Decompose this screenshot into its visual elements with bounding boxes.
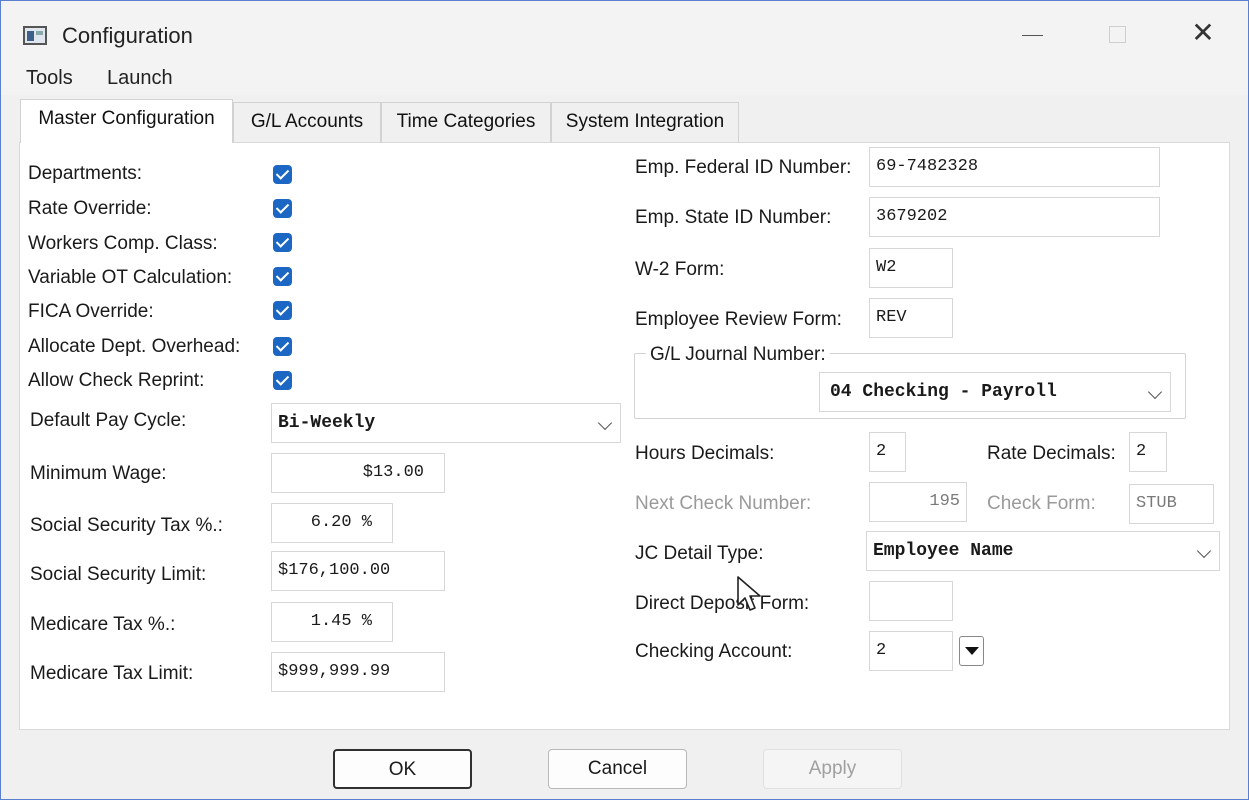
default-pay-cycle-value: Bi-Weekly (278, 413, 376, 433)
allocate-dept-overhead-checkbox[interactable] (273, 337, 292, 356)
ok-button[interactable]: OK (333, 749, 472, 789)
direct-deposit-form-label: Direct Deposit Form: (635, 593, 810, 614)
title-bar: Configuration ✕ (1, 1, 1248, 59)
allow-check-reprint-label: Allow Check Reprint: (28, 370, 205, 391)
checking-account-field[interactable]: 2 (869, 631, 953, 671)
tab-gl-accounts[interactable]: G/L Accounts (233, 102, 381, 142)
jc-detail-type-label: JC Detail Type: (635, 543, 764, 564)
w2-form-field[interactable]: W2 (869, 248, 953, 288)
social-security-tax-label: Social Security Tax %.: (30, 515, 223, 536)
check-form-label: Check Form: (987, 493, 1096, 514)
departments-label: Departments: (28, 163, 143, 184)
state-id-field[interactable]: 3679202 (869, 197, 1160, 237)
social-security-limit-field[interactable]: $176,100.00 (271, 551, 445, 591)
checking-account-label: Checking Account: (635, 641, 793, 662)
variable-ot-label: Variable OT Calculation: (28, 267, 233, 288)
tab-master-configuration[interactable]: Master Configuration (20, 99, 233, 143)
next-check-number-label: Next Check Number: (635, 493, 812, 514)
check-form-field: STUB (1129, 484, 1214, 524)
chevron-down-icon (1147, 384, 1163, 400)
close-button[interactable]: ✕ (1175, 11, 1231, 55)
tab-system-integration[interactable]: System Integration (551, 102, 739, 142)
menu-bar: Tools Launch (1, 59, 1248, 95)
departments-checkbox[interactable] (273, 165, 292, 184)
workers-comp-checkbox[interactable] (273, 233, 292, 252)
allocate-dept-overhead-label: Allocate Dept. Overhead: (28, 336, 241, 357)
next-check-number-field: 195 (869, 482, 967, 522)
default-pay-cycle-select[interactable]: Bi-Weekly (271, 403, 621, 443)
fica-override-checkbox[interactable] (273, 301, 292, 320)
social-security-limit-label: Social Security Limit: (30, 564, 207, 585)
minimum-wage-label: Minimum Wage: (30, 463, 167, 484)
fica-override-label: FICA Override: (28, 301, 154, 322)
medicare-tax-label: Medicare Tax %.: (30, 614, 176, 635)
federal-id-label: Emp. Federal ID Number: (635, 157, 852, 178)
variable-ot-checkbox[interactable] (273, 267, 292, 286)
jc-detail-type-value: Employee Name (873, 541, 1014, 561)
minimize-button[interactable] (1003, 11, 1059, 55)
menu-launch[interactable]: Launch (107, 67, 173, 90)
medicare-tax-field[interactable]: 1.45 % (271, 602, 393, 642)
rate-decimals-field[interactable]: 2 (1129, 432, 1167, 472)
medicare-tax-limit-label: Medicare Tax Limit: (30, 663, 194, 684)
hours-decimals-field[interactable]: 2 (869, 432, 906, 472)
jc-detail-type-select[interactable]: Employee Name (866, 531, 1220, 571)
mouse-cursor-icon (737, 576, 761, 611)
configuration-window: Configuration ✕ Tools Launch Master Conf… (0, 0, 1249, 800)
gl-journal-select[interactable]: 04 Checking - Payroll (819, 372, 1171, 412)
maximize-button[interactable] (1089, 11, 1145, 55)
app-icon (23, 26, 47, 45)
checking-account-dropdown-button[interactable] (959, 636, 984, 666)
tab-time-categories[interactable]: Time Categories (381, 102, 551, 142)
chevron-down-icon (1196, 543, 1212, 559)
rate-decimals-label: Rate Decimals: (987, 443, 1116, 464)
minimum-wage-field[interactable]: $13.00 (271, 453, 445, 493)
employee-review-form-label: Employee Review Form: (635, 309, 842, 330)
default-pay-cycle-label: Default Pay Cycle: (30, 410, 187, 431)
employee-review-form-field[interactable]: REV (869, 298, 953, 338)
w2-form-label: W-2 Form: (635, 259, 725, 280)
workers-comp-label: Workers Comp. Class: (28, 233, 218, 254)
direct-deposit-form-field[interactable] (869, 581, 953, 621)
menu-tools[interactable]: Tools (26, 67, 73, 90)
gl-journal-value: 04 Checking - Payroll (830, 382, 1057, 402)
chevron-down-icon (597, 415, 613, 431)
medicare-tax-limit-field[interactable]: $999,999.99 (271, 652, 445, 692)
apply-button[interactable]: Apply (763, 749, 902, 789)
federal-id-field[interactable]: 69-7482328 (869, 147, 1160, 187)
gl-journal-label: G/L Journal Number: (646, 344, 830, 366)
cancel-button[interactable]: Cancel (548, 749, 687, 789)
state-id-label: Emp. State ID Number: (635, 207, 832, 228)
allow-check-reprint-checkbox[interactable] (273, 371, 292, 390)
rate-override-label: Rate Override: (28, 198, 152, 219)
social-security-tax-field[interactable]: 6.20 % (271, 503, 393, 543)
window-title: Configuration (62, 23, 193, 48)
hours-decimals-label: Hours Decimals: (635, 443, 775, 464)
rate-override-checkbox[interactable] (273, 199, 292, 218)
